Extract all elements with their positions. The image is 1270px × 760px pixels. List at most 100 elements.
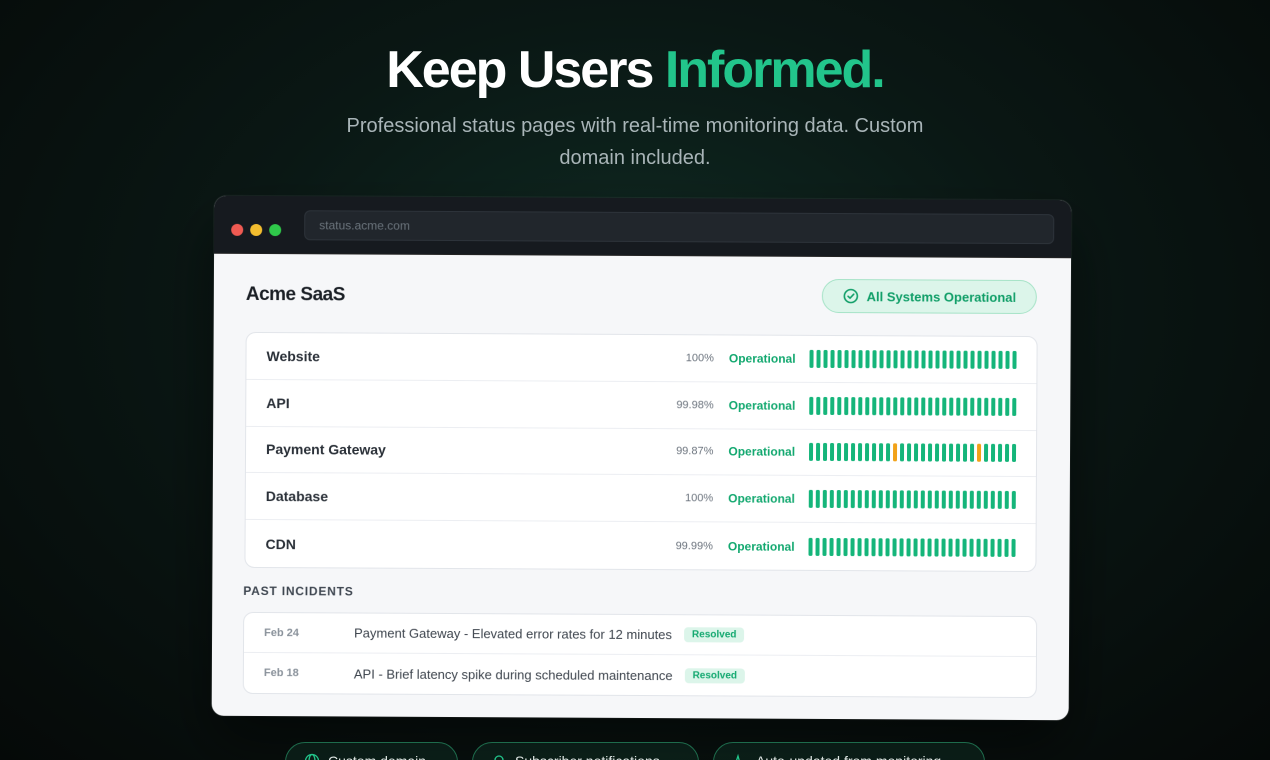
uptime-bar[interactable] — [886, 396, 891, 415]
uptime-bar[interactable] — [851, 396, 856, 415]
uptime-bar[interactable] — [935, 397, 940, 416]
uptime-bar[interactable] — [837, 396, 842, 415]
uptime-bar[interactable] — [809, 349, 815, 368]
uptime-bar[interactable] — [927, 538, 932, 557]
uptime-bar[interactable] — [906, 490, 912, 509]
uptime-bar[interactable] — [948, 397, 954, 416]
uptime-bar[interactable] — [921, 350, 926, 369]
uptime-bar[interactable] — [1011, 397, 1017, 416]
url-bar[interactable]: status.acme.com — [304, 210, 1055, 245]
uptime-bar[interactable] — [962, 490, 967, 509]
uptime-bar[interactable] — [997, 444, 1003, 463]
uptime-bar[interactable] — [963, 350, 968, 369]
uptime-bar[interactable] — [921, 397, 926, 416]
uptime-bar[interactable] — [864, 443, 870, 462]
uptime-bar[interactable] — [914, 397, 919, 416]
uptime-bar[interactable] — [983, 491, 988, 510]
incident-row[interactable]: Feb 18 API - Brief latency spike during s… — [244, 653, 1036, 697]
uptime-bar[interactable] — [991, 350, 996, 369]
uptime-bar[interactable] — [907, 397, 912, 416]
uptime-bar[interactable] — [872, 350, 877, 369]
uptime-bar[interactable] — [816, 349, 822, 368]
uptime-bar[interactable] — [885, 443, 891, 462]
uptime-bar[interactable] — [893, 397, 898, 416]
uptime-bar[interactable] — [865, 350, 870, 369]
uptime-bar[interactable] — [983, 397, 989, 416]
uptime-bar[interactable] — [1011, 444, 1017, 463]
uptime-bar[interactable] — [1011, 538, 1016, 557]
uptime-bar[interactable] — [851, 349, 856, 369]
uptime-bar[interactable] — [955, 397, 961, 416]
uptime-bar[interactable] — [984, 350, 989, 369]
uptime-bar[interactable] — [948, 538, 953, 557]
feature-pill[interactable]: Auto-updated from monitoring — [713, 742, 985, 760]
uptime-bar[interactable] — [830, 349, 835, 368]
uptime-bar[interactable] — [899, 443, 905, 462]
uptime-bar[interactable] — [927, 443, 933, 463]
uptime-bar[interactable] — [850, 443, 856, 462]
minimize-window-dot[interactable] — [250, 223, 263, 237]
uptime-bar[interactable] — [941, 397, 947, 416]
uptime-bar[interactable] — [907, 350, 912, 369]
uptime-bar[interactable] — [871, 443, 877, 462]
uptime-bar[interactable] — [836, 537, 841, 556]
uptime-bar[interactable] — [878, 537, 883, 556]
uptime-bar[interactable] — [935, 350, 940, 369]
uptime-bar[interactable] — [809, 396, 814, 415]
uptime-bar[interactable] — [1004, 491, 1009, 510]
uptime-bar[interactable] — [997, 538, 1002, 557]
uptime-bar[interactable] — [962, 444, 968, 463]
uptime-bar[interactable] — [906, 443, 912, 462]
uptime-bar[interactable] — [955, 490, 960, 509]
uptime-bar[interactable] — [815, 537, 821, 556]
uptime-bar[interactable] — [920, 490, 926, 509]
uptime-bar[interactable] — [816, 396, 821, 415]
uptime-bar[interactable] — [843, 443, 849, 462]
uptime-bar[interactable] — [850, 537, 855, 556]
uptime-bar[interactable] — [858, 350, 863, 369]
uptime-bar[interactable] — [878, 490, 884, 509]
uptime-bar[interactable] — [844, 396, 849, 415]
uptime-bar[interactable] — [830, 443, 835, 462]
uptime-bar[interactable] — [822, 537, 828, 556]
uptime-bar[interactable] — [892, 537, 897, 556]
uptime-bar[interactable] — [829, 537, 834, 556]
uptime-bar[interactable] — [899, 537, 904, 556]
uptime-bar[interactable] — [928, 397, 933, 416]
uptime-bar[interactable] — [928, 350, 933, 369]
uptime-bar[interactable] — [990, 397, 996, 416]
uptime-bar[interactable] — [956, 350, 961, 369]
uptime-bar[interactable] — [872, 396, 877, 415]
uptime-bar[interactable] — [858, 396, 863, 415]
uptime-bar[interactable] — [885, 490, 891, 509]
uptime-bar[interactable] — [900, 397, 905, 416]
uptime-bar[interactable] — [878, 443, 884, 462]
uptime-bar[interactable] — [865, 396, 870, 415]
uptime-bar[interactable] — [844, 349, 849, 368]
uptime-bar[interactable] — [990, 491, 995, 510]
uptime-bar[interactable] — [934, 444, 940, 463]
uptime-bar[interactable] — [857, 443, 863, 462]
uptime-bar[interactable] — [830, 396, 835, 415]
close-window-dot[interactable] — [231, 223, 244, 236]
uptime-bar[interactable] — [941, 444, 947, 463]
uptime-bar[interactable] — [1004, 444, 1010, 463]
uptime-bar[interactable] — [990, 444, 996, 463]
uptime-bar[interactable] — [857, 490, 863, 509]
uptime-bar[interactable] — [1012, 350, 1017, 369]
uptime-bar[interactable] — [857, 537, 862, 556]
uptime-bar[interactable] — [893, 350, 898, 369]
uptime-bar[interactable] — [836, 490, 842, 509]
uptime-bar[interactable] — [913, 538, 918, 557]
uptime-bar[interactable] — [808, 537, 814, 556]
uptime-bar[interactable] — [969, 444, 975, 463]
uptime-bar[interactable] — [969, 490, 974, 510]
uptime-bar[interactable] — [983, 444, 989, 463]
uptime-bar[interactable] — [990, 538, 995, 557]
uptime-bar[interactable] — [816, 443, 821, 462]
feature-pill[interactable]: Custom domain — [285, 742, 458, 760]
uptime-bar[interactable] — [913, 443, 919, 462]
uptime-bar[interactable] — [976, 538, 981, 557]
uptime-bar[interactable] — [900, 350, 905, 369]
uptime-bar[interactable] — [977, 350, 982, 369]
